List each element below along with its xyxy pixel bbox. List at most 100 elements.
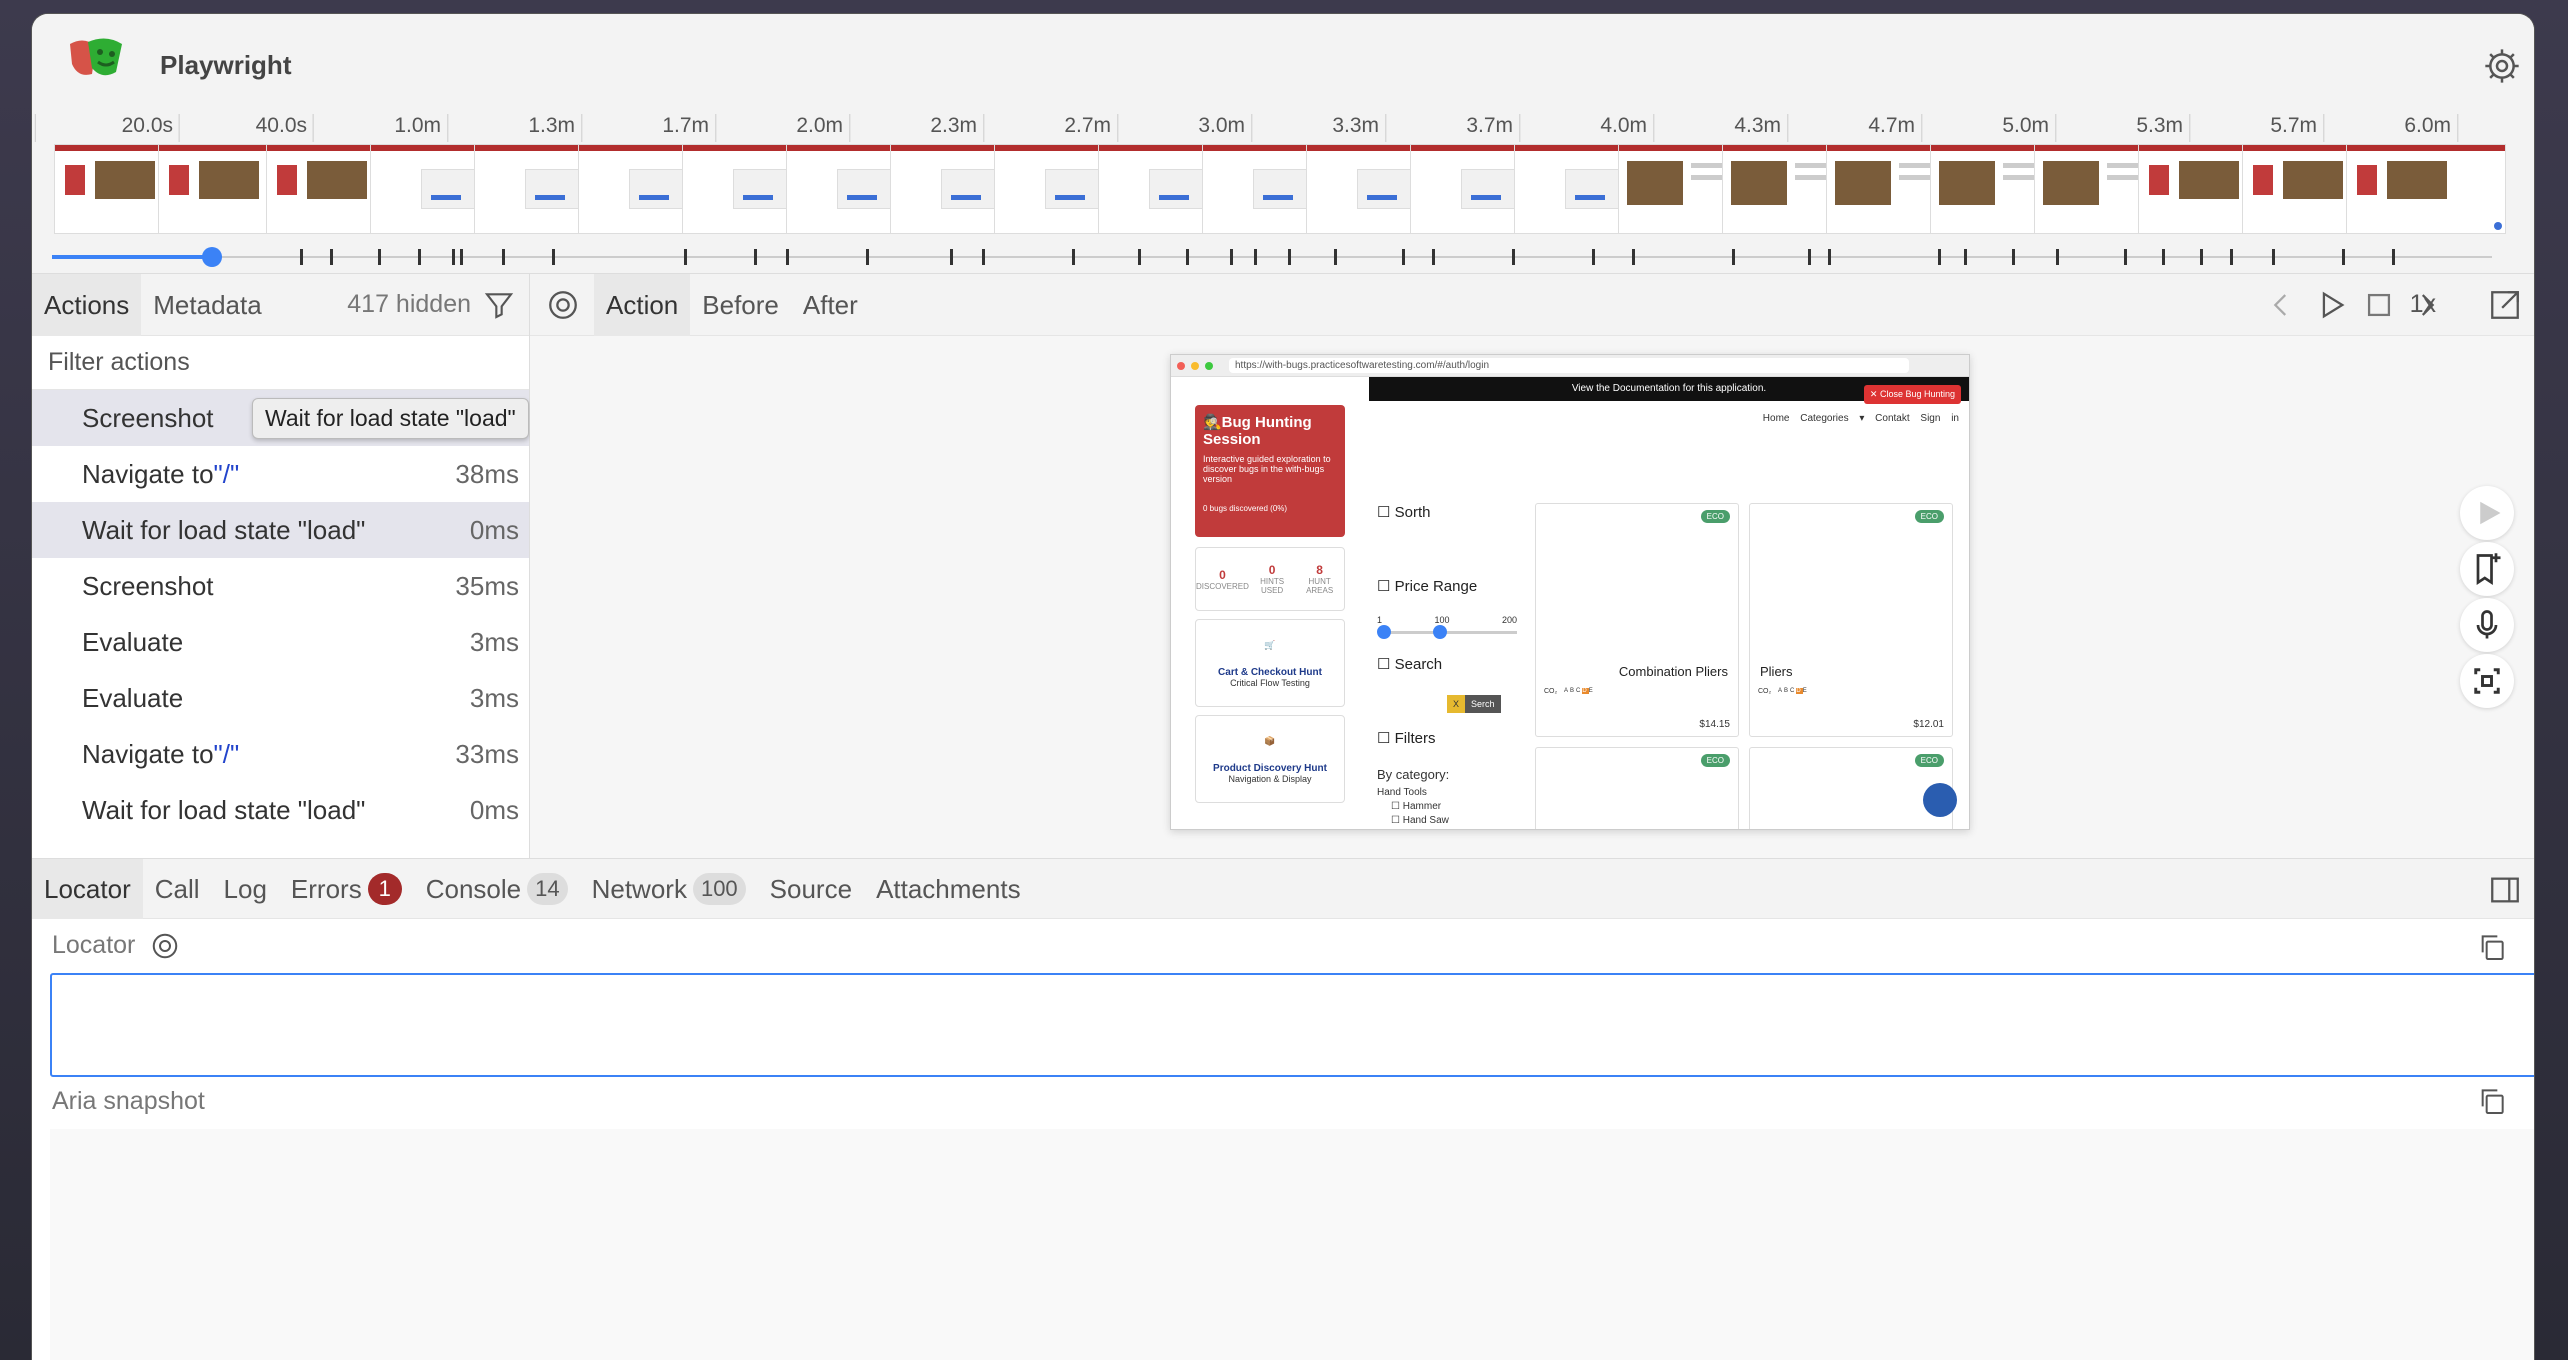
product-card[interactable]: ECO Combination Pliers CO₂ ABCDE $14.15 <box>1535 503 1739 737</box>
timeline-tick <box>1432 249 1435 265</box>
eco-badge: ECO <box>1700 754 1730 767</box>
chevron-left-icon[interactable] <box>2264 288 2298 322</box>
tab-locator[interactable]: Locator <box>32 858 143 919</box>
hunt-progress: 0 bugs discovered (0%) <box>1203 504 1288 513</box>
timeline[interactable]: 0s 20.0s 40.0s 1.0m 1.3m 1.7m 2.0m 2.3m 2.7m 3.0m… <box>32 106 2534 274</box>
locator-input[interactable] <box>50 973 2534 1077</box>
stat-areas: 8 HUNT AREAS <box>1306 563 1334 595</box>
close-bug-hunting-button[interactable]: ✕ Close Bug Hunting <box>1863 385 1961 404</box>
search-clear-button[interactable]: X <box>1447 695 1466 713</box>
price-max-handle[interactable] <box>1433 625 1447 639</box>
timeline-tick <box>2056 249 2059 265</box>
chat-icon[interactable] <box>1923 783 1957 817</box>
filters-label: ☐ Filters <box>1377 730 1436 747</box>
timeline-tick <box>460 249 463 265</box>
timeline-label: 0s <box>32 114 36 142</box>
hidden-count: 417 hidden <box>347 290 471 318</box>
product-card[interactable]: ECO <box>1535 747 1739 829</box>
tab-metadata[interactable]: Metadata <box>141 274 273 336</box>
action-item[interactable]: Screenshot 35ms <box>32 558 529 614</box>
tab-network[interactable]: Network 100 <box>580 859 758 919</box>
tab-errors[interactable]: Errors 1 <box>279 859 414 919</box>
timeline-thumbnail[interactable] <box>2346 144 2506 234</box>
action-item[interactable]: Wait for load state "load" 0ms <box>32 502 529 558</box>
tab-badge: 1 <box>367 872 402 905</box>
search-button[interactable]: Serch <box>1465 695 1501 713</box>
action-name: Wait for load state "load" <box>82 514 366 545</box>
aria-snapshot-content[interactable] <box>50 1129 2534 1360</box>
tab-log[interactable]: Log <box>212 859 279 919</box>
tab-action[interactable]: Action <box>594 273 691 336</box>
locator-label: Locator <box>52 931 180 961</box>
play-icon[interactable] <box>2314 288 2348 322</box>
filter-actions-input[interactable] <box>32 336 529 390</box>
action-duration: 3ms <box>469 682 519 713</box>
timeline-tick <box>1938 249 1941 265</box>
snapshot-tabs: Action Before After 1x <box>530 273 2534 336</box>
category-hand-saw-checkbox[interactable]: ☐ Hand Saw <box>1391 815 1449 826</box>
product-price: $14.15 <box>1699 719 1730 730</box>
co2-scale: ABCDE <box>1564 688 1595 694</box>
screenshot-icon[interactable] <box>2460 654 2514 708</box>
product-card[interactable]: ECO Pliers CO₂ ABCDE $12.01 <box>1749 503 1953 737</box>
bookmark-add-icon[interactable] <box>2460 542 2514 596</box>
tab-console[interactable]: Console 14 <box>414 859 580 919</box>
action-name: Navigate to <box>82 458 214 489</box>
timeline-tick <box>1230 249 1233 265</box>
playback-speed[interactable]: 1x <box>2410 290 2436 319</box>
timeline-label: 5.7m <box>2270 114 2324 142</box>
timeline-tick <box>866 249 869 265</box>
open-external-icon[interactable] <box>2488 288 2522 322</box>
product-name: Combination Pliers <box>1618 664 1728 679</box>
action-name: Screenshot <box>82 570 214 601</box>
tab-call[interactable]: Call <box>143 859 212 919</box>
page-snapshot[interactable]: https://with-bugs.practicesoftwaretestin… <box>1170 354 1970 830</box>
tab-source[interactable]: Source <box>758 859 864 919</box>
price-min-handle[interactable] <box>1377 625 1391 639</box>
timeline-tick <box>2230 249 2233 265</box>
play-icon[interactable] <box>2460 486 2514 540</box>
tab-label: Log <box>223 873 267 904</box>
tab-label: Console <box>425 873 522 904</box>
action-item[interactable]: Navigate to "/" 38ms <box>32 446 529 502</box>
pick-locator-icon[interactable] <box>150 931 180 961</box>
category-label: By category: <box>1377 767 1450 782</box>
timeline-tick <box>1072 249 1075 265</box>
settings-gear-icon[interactable] <box>2482 46 2522 86</box>
timeline-tick <box>1186 249 1189 265</box>
filter-icon[interactable] <box>483 289 515 321</box>
timeline-thumbnails[interactable] <box>54 144 2506 234</box>
product-card[interactable]: ECO <box>1749 747 1953 829</box>
timeline-tick <box>1288 249 1291 265</box>
search-label: ☐ Search <box>1377 656 1443 673</box>
timeline-tick <box>1334 249 1337 265</box>
timeline-tick <box>552 249 555 265</box>
tab-before[interactable]: Before <box>690 274 791 336</box>
stop-icon[interactable] <box>2362 288 2396 322</box>
action-item[interactable]: Navigate to "/" 33ms <box>32 726 529 782</box>
action-item[interactable]: Wait for load state "load" 0ms <box>32 782 529 838</box>
pick-locator-icon[interactable] <box>546 288 580 322</box>
action-item[interactable]: Evaluate 3ms <box>32 614 529 670</box>
timeline-tick <box>2124 249 2127 265</box>
tab-label: Source <box>769 873 853 904</box>
microphone-icon[interactable] <box>2460 598 2514 652</box>
timeline-scrubber-handle[interactable] <box>202 247 222 267</box>
action-item[interactable]: Screenshot Wait for load state "load" <box>32 390 529 446</box>
copy-icon[interactable] <box>2476 931 2508 963</box>
price-slider[interactable] <box>1381 631 1517 634</box>
timeline-tick <box>418 249 421 265</box>
action-url: "/" <box>213 458 240 489</box>
timeline-label: 1.7m <box>662 114 716 142</box>
timeline-label: 4.3m <box>1734 114 1788 142</box>
action-tooltip: Wait for load state "load" <box>252 398 529 439</box>
site-nav: Home Categories ▾ Contakt Sign in <box>1762 413 1959 424</box>
tab-after[interactable]: After <box>791 274 870 336</box>
copy-icon[interactable] <box>2476 1085 2508 1117</box>
action-item[interactable]: Evaluate 3ms <box>32 670 529 726</box>
category-hammer-checkbox[interactable]: ☐ Hammer <box>1391 801 1441 812</box>
toggle-sidebar-icon[interactable] <box>2488 873 2522 907</box>
tab-actions[interactable]: Actions <box>32 273 142 336</box>
trace-viewer-window: Playwright 0s 20.0s 40.0s 1.0m 1.3m 1.7m 2.0m 2… <box>32 14 2534 1360</box>
tab-attachments[interactable]: Attachments <box>864 859 1033 919</box>
